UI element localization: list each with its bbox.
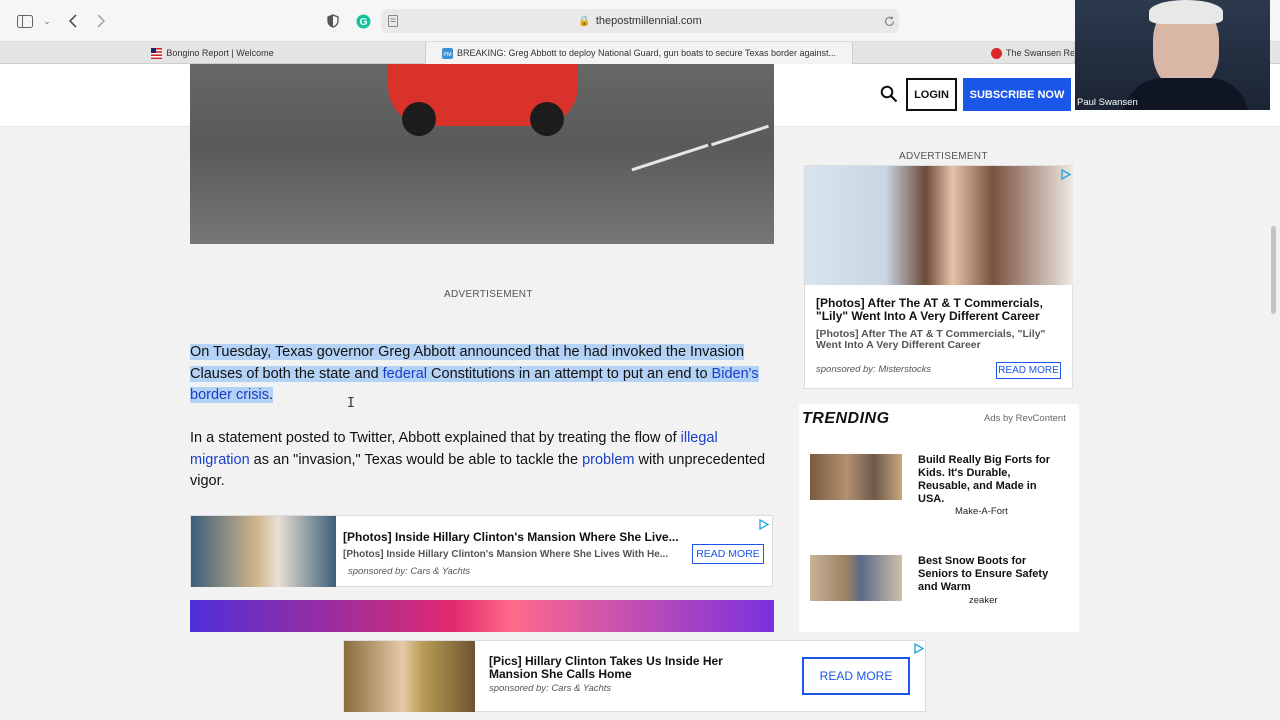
- road-lane-mark: [631, 143, 709, 172]
- bottom-sticky-ad[interactable]: [Pics] Hillary Clinton Takes Us Inside H…: [343, 640, 926, 712]
- reload-icon[interactable]: [882, 11, 896, 31]
- text-cursor-icon: I: [347, 396, 355, 411]
- trending-item[interactable]: Best Snow Boots for Seniors to Ensure Sa…: [810, 555, 1070, 615]
- paragraph-text: Constitutions in an attempt to put an en…: [427, 365, 712, 382]
- sidebar-toggle-icon[interactable]: [16, 11, 34, 31]
- trending-heading: TRENDING: [802, 410, 890, 427]
- tab-label: Bongino Report | Welcome: [166, 48, 274, 58]
- lock-icon: 🔒: [578, 15, 591, 27]
- grammarly-icon[interactable]: G: [355, 11, 371, 31]
- tab-label: The Swansen Re: [1006, 48, 1075, 58]
- read-more-button[interactable]: READ MORE: [692, 544, 764, 564]
- tab-bongino[interactable]: Bongino Report | Welcome: [0, 42, 426, 64]
- car-wheel: [402, 102, 436, 136]
- selected-text: On Tuesday, Texas governor Greg Abbott a…: [190, 344, 759, 403]
- reader-icon[interactable]: [386, 11, 400, 31]
- chevron-down-icon[interactable]: ⌄: [41, 11, 53, 31]
- paragraph-text: as an "invasion," Texas would be able to…: [249, 451, 583, 468]
- adchoices-icon[interactable]: [913, 643, 924, 654]
- trending-widget: TRENDING Ads by RevContent Build Really …: [799, 404, 1079, 632]
- login-button[interactable]: LOGIN: [906, 78, 957, 111]
- read-more-button[interactable]: READ MORE: [802, 657, 910, 695]
- presenter-hair: [1149, 0, 1223, 24]
- road-lane-mark: [711, 124, 769, 147]
- paragraph-text: .: [268, 387, 273, 403]
- ad-image: [191, 516, 336, 587]
- shield-icon[interactable]: [324, 11, 342, 31]
- svg-text:G: G: [359, 17, 367, 28]
- car-wheel: [530, 102, 564, 136]
- page-scrollbar[interactable]: [1271, 226, 1276, 314]
- webcam-overlay: Paul Swansen: [1075, 0, 1270, 110]
- trending-thumbnail: [810, 454, 902, 500]
- ad-subtitle: [Photos] After The AT & T Commercials, "…: [816, 328, 1046, 351]
- tab-postmillennial[interactable]: PM BREAKING: Greg Abbott to deploy Natio…: [426, 42, 853, 64]
- adchoices-icon[interactable]: [758, 519, 769, 530]
- subscribe-button[interactable]: SUBSCRIBE NOW: [963, 78, 1071, 111]
- trending-source: zeaker: [969, 595, 998, 606]
- ad-title[interactable]: [Pics] Hillary Clinton Takes Us Inside H…: [489, 655, 759, 681]
- sidebar-sponsored-ad[interactable]: [Photos] After The AT & T Commercials, "…: [804, 165, 1073, 389]
- tab-label: BREAKING: Greg Abbott to deploy National…: [456, 48, 837, 58]
- trending-source: Make-A-Fort: [955, 506, 1008, 517]
- ad-sponsor: sponsored by: Misterstocks: [816, 364, 932, 375]
- ad-title[interactable]: [Photos] After The AT & T Commercials, "…: [816, 297, 1066, 323]
- trending-item[interactable]: Build Really Big Forts for Kids. It's Du…: [810, 454, 1070, 524]
- ad-sponsor: sponsored by: Cars & Yachts: [348, 566, 471, 577]
- ad-image: [805, 166, 1073, 285]
- search-icon[interactable]: [880, 85, 898, 103]
- advertisement-label: ADVERTISEMENT: [444, 289, 533, 300]
- presenter-shoulders: [1123, 78, 1249, 110]
- advertisement-label: ADVERTISEMENT: [899, 151, 988, 162]
- ads-by-revcontent[interactable]: Ads by RevContent: [984, 413, 1066, 424]
- link-federal[interactable]: federal: [383, 366, 427, 382]
- tab-swansen[interactable]: The Swansen Re: [853, 42, 1075, 64]
- ad-sponsor: sponsored by: Cars & Yachts: [489, 683, 612, 694]
- forward-icon[interactable]: [92, 11, 110, 31]
- article-image-banner: [190, 600, 774, 632]
- ad-image: [344, 641, 475, 712]
- article-hero-image: [190, 64, 774, 244]
- trending-thumbnail: [810, 555, 902, 601]
- adchoices-icon[interactable]: [1060, 169, 1071, 180]
- url-text: thepostmillennial.com: [595, 15, 702, 27]
- link-problem[interactable]: problem: [582, 452, 634, 468]
- paragraph-text: In a statement posted to Twitter, Abbott…: [190, 430, 681, 446]
- ad-title[interactable]: [Photos] Inside Hillary Clinton's Mansio…: [343, 530, 683, 544]
- inline-sponsored-ad[interactable]: [Photos] Inside Hillary Clinton's Mansio…: [190, 515, 773, 587]
- trending-title[interactable]: Best Snow Boots for Seniors to Ensure Sa…: [918, 555, 1058, 594]
- swansen-favicon-icon: [991, 47, 1002, 59]
- presenter-name: Paul Swansen: [1077, 97, 1138, 108]
- article-paragraph: On Tuesday, Texas governor Greg Abbott a…: [190, 342, 774, 407]
- ad-subtitle: [Photos] Inside Hillary Clinton's Mansio…: [343, 549, 669, 560]
- svg-text:PM: PM: [443, 52, 452, 58]
- address-bar[interactable]: 🔒 thepostmillennial.com: [381, 9, 899, 33]
- trending-title[interactable]: Build Really Big Forts for Kids. It's Du…: [918, 454, 1058, 506]
- back-icon[interactable]: [64, 11, 82, 31]
- article-paragraph: In a statement posted to Twitter, Abbott…: [190, 428, 774, 493]
- postmillennial-favicon-icon: PM: [441, 47, 453, 59]
- us-flag-icon: [151, 47, 163, 59]
- read-more-button[interactable]: READ MORE: [996, 362, 1061, 379]
